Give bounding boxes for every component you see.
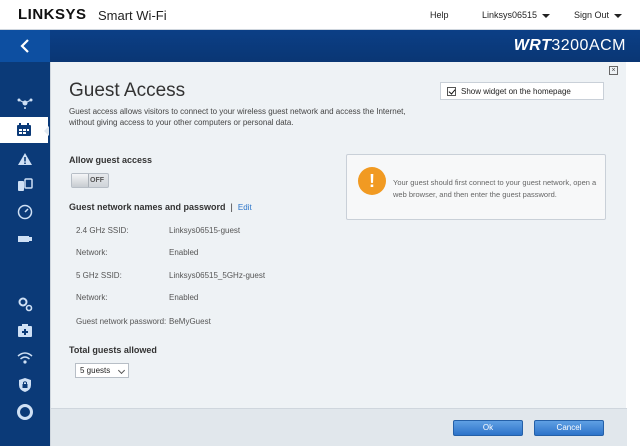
toggle-state-label: OFF (90, 177, 104, 184)
network-24-label: Network: (76, 248, 108, 257)
model-name: WRT3200ACM (514, 37, 626, 55)
guest-access-toggle[interactable]: OFF (71, 173, 109, 188)
model-suffix: 3200ACM (551, 37, 626, 54)
total-guests-value: 5 guests (80, 366, 111, 375)
ssid-5-value: Linksys06515_5GHz-guest (169, 271, 266, 280)
account-menu[interactable]: Linksys06515 (482, 10, 551, 20)
ssid-24-label: 2.4 GHz SSID: (76, 226, 129, 235)
page-title: Guest Access (69, 80, 186, 101)
sidebar-item-speed-test[interactable] (0, 199, 50, 225)
chevron-left-icon (20, 39, 29, 53)
sign-out-label: Sign Out (574, 10, 610, 20)
show-widget-label: Show widget on the homepage (461, 86, 571, 96)
security-lock-icon (19, 378, 31, 392)
chevron-down-icon (614, 13, 623, 18)
support-icon (17, 404, 33, 420)
footer-bar: Ok Cancel (51, 408, 627, 446)
sign-out-menu[interactable]: Sign Out (574, 10, 623, 20)
page-description: Guest access allows visitors to connect … (69, 107, 406, 127)
guest-password-label: Guest network password: (76, 317, 167, 326)
guest-access-panel: × Guest Access Guest access allows visit… (50, 62, 627, 446)
network-24-value: Enabled (169, 248, 199, 257)
network-map-icon (17, 98, 33, 109)
usb-storage-icon (18, 236, 32, 242)
guest-network-names-heading: Guest network names and password | Edit (69, 202, 252, 212)
sidebar-item-network-map[interactable] (0, 90, 50, 116)
chevron-down-icon (117, 366, 126, 375)
guest-password-value: BeMyGuest (169, 317, 211, 326)
devices-icon (18, 178, 33, 191)
show-widget-checkbox[interactable]: Show widget on the homepage (440, 82, 604, 100)
sidebar-item-guest-access[interactable] (0, 117, 49, 143)
sidebar-item-wireless[interactable] (0, 345, 50, 371)
sidebar-item-troubleshooting[interactable] (0, 318, 50, 344)
speed-test-icon (17, 204, 33, 220)
network-5-label: Network: (76, 293, 108, 302)
settings-gear-icon (18, 297, 33, 312)
account-name: Linksys06515 (482, 10, 538, 20)
close-icon[interactable]: × (609, 66, 618, 75)
top-bar: LINKSYS Smart Wi-Fi Help Linksys06515 Si… (0, 0, 640, 30)
sidebar-item-settings[interactable] (0, 291, 50, 317)
chevron-down-icon (542, 13, 551, 18)
troubleshooting-icon (18, 324, 32, 337)
edit-link[interactable]: Edit (238, 203, 252, 212)
guest-notice-text: Your guest should first connect to your … (393, 178, 597, 199)
total-guests-label: Total guests allowed (69, 345, 157, 355)
ssid-5-label: 5 GHz SSID: (76, 271, 122, 280)
guest-access-icon (17, 123, 31, 136)
model-prefix: WRT (513, 37, 552, 54)
ssid-24-value: Linksys06515-guest (169, 226, 241, 235)
sidebar-item-alerts[interactable] (0, 146, 50, 172)
product-name: Smart Wi-Fi (98, 8, 167, 23)
network-5-value: Enabled (169, 293, 199, 302)
allow-guest-access-label: Allow guest access (69, 155, 153, 165)
guest-network-names-label: Guest network names and password (69, 202, 226, 212)
sidebar-item-support[interactable] (0, 399, 50, 425)
sidebar-item-devices[interactable] (0, 172, 50, 198)
guest-notice-box: ! Your guest should first connect to you… (346, 154, 606, 220)
total-guests-select[interactable]: 5 guests (75, 363, 129, 378)
help-link[interactable]: Help (430, 10, 449, 20)
cancel-button[interactable]: Cancel (534, 420, 604, 436)
ok-button[interactable]: Ok (453, 420, 523, 436)
toggle-knob (72, 174, 89, 187)
alert-icon (18, 153, 32, 165)
wireless-icon (17, 352, 33, 364)
back-button[interactable] (0, 30, 50, 62)
linksys-logo: LINKSYS (18, 6, 87, 23)
separator: | (230, 202, 233, 212)
warning-icon: ! (358, 167, 386, 195)
sidebar-item-usb-storage[interactable] (0, 226, 50, 252)
checkbox-checked-icon (447, 86, 456, 96)
sidebar-item-security[interactable] (0, 372, 50, 398)
sidebar (0, 62, 50, 446)
